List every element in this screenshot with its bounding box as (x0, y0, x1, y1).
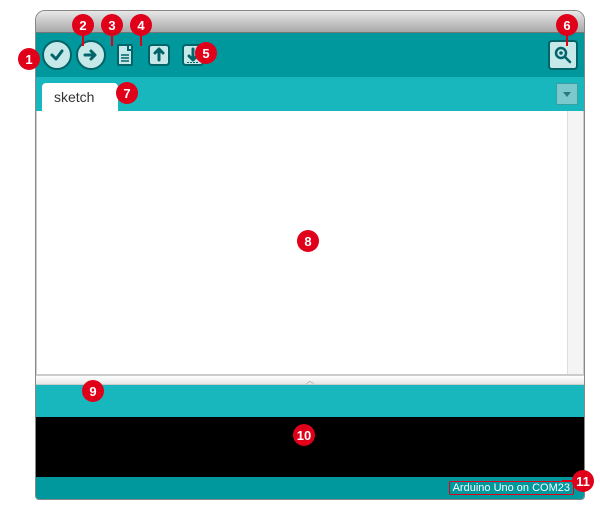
callout-3: 3 (101, 14, 123, 36)
footer-bar: Arduino Uno on COM23 (36, 477, 584, 499)
splitter-handle[interactable]: ︿ (36, 375, 584, 385)
open-sketch-button[interactable] (144, 40, 174, 70)
tab-menu-button[interactable] (556, 83, 578, 105)
callout-5: 5 (195, 42, 217, 64)
check-icon (49, 47, 65, 63)
upload-button[interactable] (76, 40, 106, 70)
serial-monitor-button[interactable] (548, 40, 578, 70)
arrow-up-icon (146, 42, 172, 68)
arrow-right-icon (83, 47, 99, 63)
callout-11: 11 (572, 470, 594, 492)
callout-10: 10 (293, 424, 315, 446)
callout-6: 6 (556, 14, 578, 36)
message-bar (36, 385, 584, 417)
sketch-tab[interactable]: sketch (42, 83, 118, 111)
callout-2: 2 (72, 14, 94, 36)
callout-1: 1 (18, 48, 40, 70)
new-file-icon (112, 42, 138, 68)
callout-8: 8 (297, 230, 319, 252)
callout-4: 4 (130, 14, 152, 36)
editor-scrollbar[interactable] (567, 111, 583, 374)
serial-monitor-icon (553, 45, 573, 65)
verify-button[interactable] (42, 40, 72, 70)
callout-7: 7 (116, 82, 138, 104)
chevron-down-icon (561, 88, 573, 100)
new-sketch-button[interactable] (110, 40, 140, 70)
toolbar (36, 33, 584, 77)
tab-label: sketch (54, 89, 94, 105)
board-port-label: Arduino Uno on COM23 (449, 481, 574, 495)
callout-9: 9 (82, 380, 104, 402)
